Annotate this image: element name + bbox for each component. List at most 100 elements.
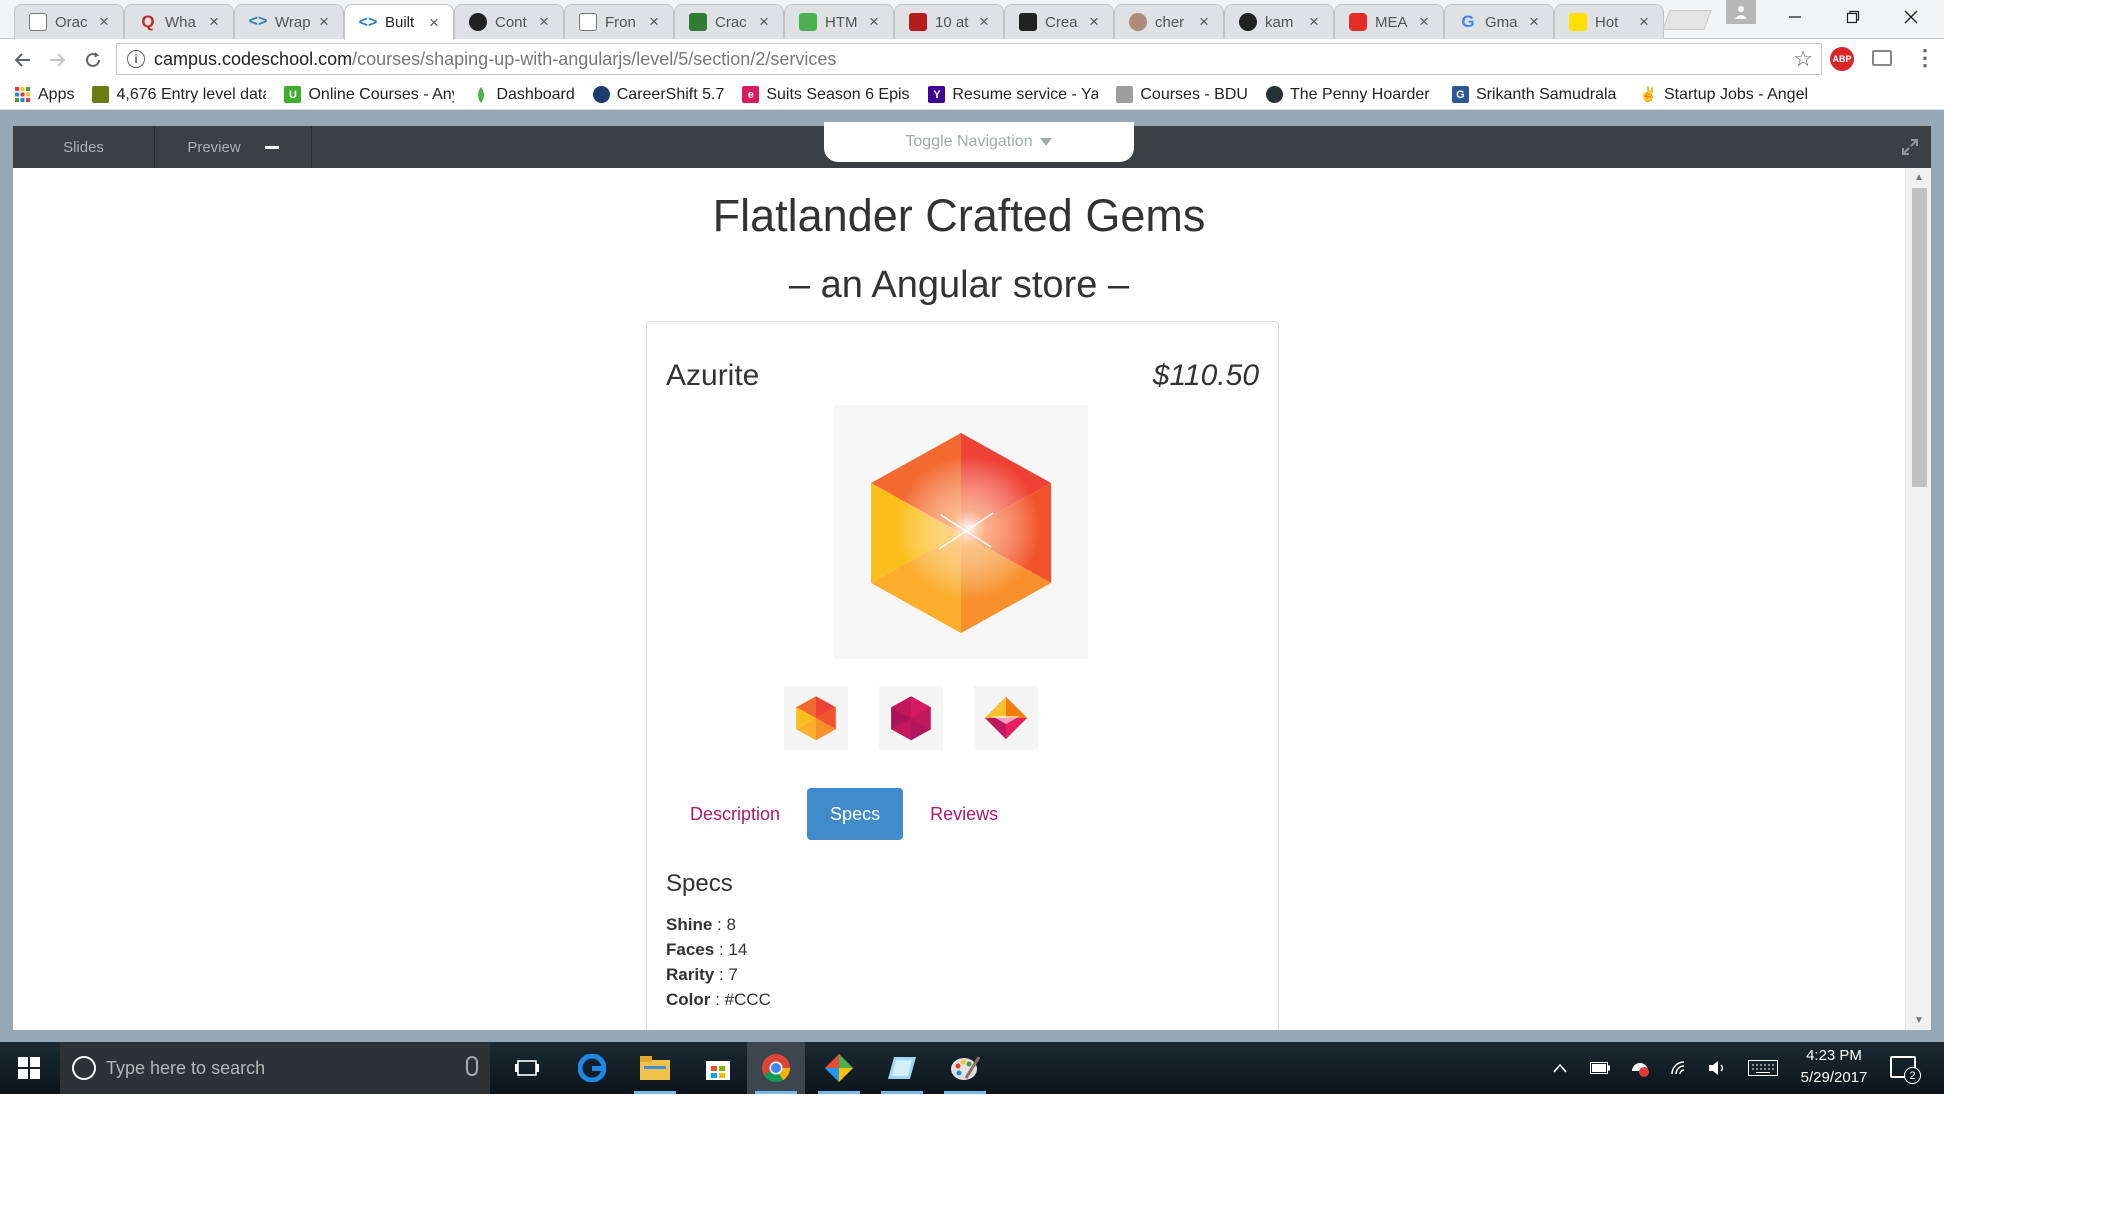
tab-label: Wha <box>165 13 196 31</box>
start-button[interactable] <box>0 1042 58 1094</box>
scrollbar-thumb[interactable] <box>1912 188 1927 487</box>
browser-tab[interactable]: Fron × <box>564 4 674 39</box>
tab-specs[interactable]: Specs <box>807 788 904 840</box>
close-icon[interactable]: × <box>1529 12 1543 32</box>
tab-label: Reviews <box>930 803 999 824</box>
adblock-plus-icon[interactable]: ABP <box>1830 47 1854 71</box>
browser-tab[interactable]: kam × <box>1224 4 1334 39</box>
browser-tab[interactable]: Hot × <box>1554 4 1664 39</box>
expand-icon[interactable] <box>1901 138 1919 156</box>
minimize-button[interactable] <box>1766 0 1824 34</box>
git-app[interactable] <box>810 1042 868 1094</box>
spec-color: Color : #CCC <box>666 987 771 1012</box>
file-explorer-app[interactable] <box>626 1042 684 1094</box>
wifi-tray[interactable] <box>1668 1042 1692 1094</box>
browser-tab-active[interactable]: <> Built × <box>344 4 454 40</box>
bookmark-item[interactable]: 4,676 Entry level data <box>92 86 266 104</box>
edge-app[interactable] <box>563 1042 621 1094</box>
browser-tab[interactable]: Cont × <box>454 4 564 39</box>
bookmark-item[interactable]: G Srikanth Samudrala U <box>1451 85 1622 104</box>
browser-tab[interactable]: Q Wha × <box>124 4 234 39</box>
product-thumbnail[interactable] <box>784 686 848 750</box>
star-icon[interactable]: ☆ <box>1793 46 1813 72</box>
close-icon[interactable]: × <box>1419 12 1433 32</box>
close-icon[interactable]: × <box>539 12 553 32</box>
bookmark-item[interactable]: e Suits Season 6 Episod <box>742 86 910 104</box>
forward-button[interactable] <box>44 47 70 73</box>
slides-tab[interactable]: Slides <box>13 126 155 168</box>
close-icon[interactable]: × <box>1639 12 1653 32</box>
close-icon[interactable]: × <box>99 12 113 32</box>
cast-icon[interactable] <box>1872 50 1892 66</box>
address-bar[interactable]: i campus.codeschool.com/courses/shaping-… <box>116 43 1822 75</box>
product-thumbnail[interactable] <box>879 686 943 750</box>
browser-tab[interactable]: 10 at × <box>894 4 1004 39</box>
w3schools-icon <box>799 13 817 31</box>
bookmark-apps[interactable]: Apps <box>14 86 74 104</box>
microphone-icon[interactable] <box>466 1056 478 1076</box>
bookmark-label: Resume service - Yah <box>952 85 1099 103</box>
clock-date: 5/29/2017 <box>1800 1069 1868 1086</box>
screen: Orac × Q Wha × <> Wrap × <> Built × Cont… <box>0 0 2128 1226</box>
vertical-scrollbar[interactable]: ▲ ▼ <box>1905 168 1931 1030</box>
paint-app[interactable] <box>936 1042 994 1094</box>
close-icon[interactable]: × <box>1089 12 1103 32</box>
back-button[interactable] <box>10 47 36 73</box>
bookmark-item[interactable]: ✌ Startup Jobs - Angel <box>1640 86 1814 104</box>
task-view-button[interactable] <box>498 1042 556 1094</box>
minus-icon[interactable] <box>264 145 279 149</box>
scroll-down-icon[interactable]: ▼ <box>1914 1015 1924 1026</box>
close-window-button[interactable] <box>1882 0 1940 34</box>
bookmark-item[interactable]: Dashboard <box>472 86 575 104</box>
close-icon[interactable]: × <box>869 12 883 32</box>
browser-tab[interactable]: HTM × <box>784 4 894 39</box>
bookmarks-bar: Apps 4,676 Entry level data U Online Cou… <box>0 80 1944 110</box>
bookmark-item[interactable]: The Penny Hoarder | <box>1265 86 1434 104</box>
bookmark-item[interactable]: Courses - BDU <box>1116 86 1248 104</box>
new-tab-button[interactable] <box>1662 10 1712 30</box>
close-icon[interactable]: × <box>759 12 773 32</box>
preview-tab[interactable]: Preview <box>155 126 312 168</box>
scroll-up-icon[interactable]: ▲ <box>1914 172 1924 183</box>
action-center-icon[interactable]: 2 <box>1890 1056 1921 1084</box>
keyboard-tray[interactable] <box>1746 1042 1780 1094</box>
volume-tray[interactable] <box>1706 1042 1730 1094</box>
bookmark-item[interactable]: U Online Courses - Any <box>284 86 454 104</box>
person-icon <box>1735 6 1747 19</box>
tab-description[interactable]: Description <box>667 788 803 840</box>
chrome-app[interactable] <box>747 1042 805 1094</box>
browser-tab[interactable]: Crac × <box>674 4 784 39</box>
bookmark-item[interactable]: CareerShift 5.7 <box>592 86 724 104</box>
browser-tab[interactable]: Crea × <box>1004 4 1114 39</box>
system-clock[interactable]: 4:23 PM 5/29/2017 <box>1794 1045 1874 1089</box>
close-icon[interactable]: × <box>209 12 223 32</box>
close-icon[interactable]: × <box>1199 12 1213 32</box>
close-icon[interactable]: × <box>429 13 443 33</box>
store-app[interactable] <box>689 1042 747 1094</box>
battery-tray[interactable] <box>1588 1042 1612 1094</box>
browser-tab[interactable]: <> Wrap × <box>234 4 344 39</box>
restore-button[interactable] <box>1824 0 1882 34</box>
gitkraken-icon <box>825 1054 853 1082</box>
toggle-navigation-button[interactable]: Toggle Navigation <box>824 122 1134 162</box>
browser-tab[interactable]: MEA × <box>1334 4 1444 39</box>
taskbar-search[interactable]: Type here to search <box>60 1042 490 1094</box>
more-menu-icon[interactable]: ⋮ <box>1914 45 1936 71</box>
close-icon[interactable]: × <box>319 12 333 32</box>
security-tray[interactable] <box>1628 1042 1652 1094</box>
bookmark-label: Srikanth Samudrala U <box>1475 85 1622 103</box>
bookmark-item[interactable]: Y Resume service - Yah <box>928 86 1098 104</box>
info-icon[interactable]: i <box>127 50 145 68</box>
close-icon[interactable]: × <box>1309 12 1323 32</box>
close-icon[interactable]: × <box>979 12 993 32</box>
show-hidden-icons[interactable] <box>1548 1042 1572 1094</box>
reload-button[interactable] <box>80 47 106 73</box>
tab-reviews[interactable]: Reviews <box>907 788 1021 840</box>
browser-tab[interactable]: Orac × <box>14 4 124 39</box>
close-icon[interactable]: × <box>649 12 663 32</box>
product-thumbnail[interactable] <box>974 686 1038 750</box>
notes-app[interactable] <box>873 1042 931 1094</box>
browser-tab[interactable]: cher × <box>1114 4 1224 39</box>
browser-tab[interactable]: G Gma × <box>1444 4 1554 39</box>
profile-button[interactable] <box>1726 0 1756 24</box>
